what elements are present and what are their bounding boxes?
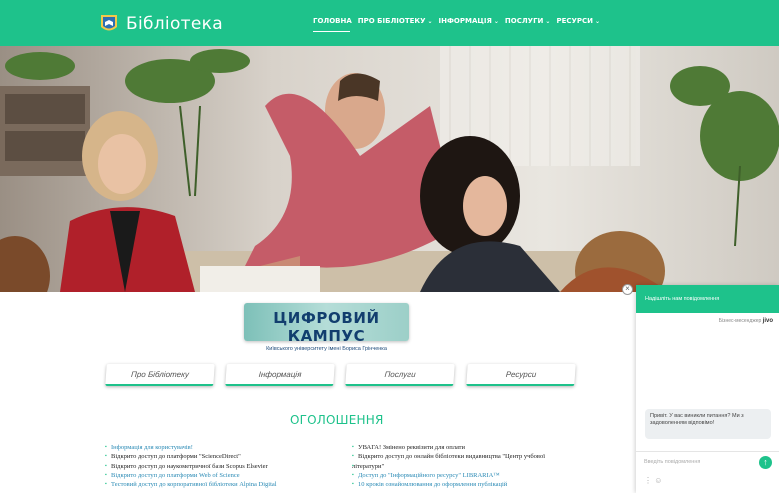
- announcements-left: Інформація для користувачів! Відкрито до…: [105, 443, 277, 490]
- chat-header[interactable]: Надішліть нам повідомлення: [636, 285, 779, 313]
- chevron-down-icon: ⌄: [493, 17, 499, 25]
- campus-subtitle: Київського університету імені Бориса Грі…: [266, 346, 387, 352]
- arrow-up-icon[interactable]: ↑: [759, 456, 772, 469]
- chevron-down-icon: ⌄: [545, 17, 551, 25]
- library-logo-icon[interactable]: [100, 14, 118, 34]
- nav-home[interactable]: ГОЛОВНА: [313, 17, 352, 25]
- chevron-down-icon: ⌄: [427, 17, 433, 25]
- nav-about-label: ПРО БІБЛІОТЕКУ: [357, 17, 426, 25]
- more-options-icon[interactable]: ⋮: [644, 476, 652, 485]
- emoji-icon[interactable]: ☺: [654, 476, 662, 485]
- digital-campus-banner[interactable]: ЦИФРОВИЙ КАМПУС Київського університету …: [244, 303, 409, 352]
- nav-home-label: ГОЛОВНА: [313, 17, 352, 25]
- resources-button[interactable]: Ресурси: [466, 364, 576, 386]
- nav-services[interactable]: ПОСЛУГИ ⌄: [505, 17, 551, 25]
- nav-info-label: ІНФОРМАЦІЯ: [438, 17, 492, 25]
- announcement-item[interactable]: 10 кроків ознайомлювання до оформлення п…: [352, 480, 545, 490]
- announcement-item[interactable]: УВАГА! Змінено реквізити для оплати: [352, 443, 545, 453]
- chat-tools: ⋮ ☺: [644, 476, 662, 485]
- announcement-item[interactable]: Інформація для користувачів!: [105, 443, 277, 453]
- chat-message-input[interactable]: Введіть повідомлення ↑: [636, 451, 779, 471]
- information-button[interactable]: Інформація: [225, 364, 335, 386]
- nav-about[interactable]: ПРО БІБЛІОТЕКУ ⌄: [358, 17, 433, 25]
- announcement-item[interactable]: Відкрито доступ до онлайн бібліотеки вид…: [352, 452, 545, 462]
- announcement-item-continued[interactable]: літератури": [352, 462, 545, 472]
- campus-title: ЦИФРОВИЙ КАМПУС: [273, 309, 380, 345]
- nav-resources-label: РЕСУРСИ: [556, 17, 594, 25]
- announcement-item[interactable]: Відкрито доступ до наукометричної бази S…: [105, 462, 277, 472]
- chat-header-title: Надішліть нам повідомлення: [645, 296, 720, 302]
- chat-brand: Бізнес-месенджер jivo: [719, 318, 773, 324]
- main-nav: ГОЛОВНА ПРО БІБЛІОТЕКУ ⌄ ІНФОРМАЦІЯ ⌄ ПОСЛ…: [313, 17, 606, 25]
- chat-greeting-bubble: Привіт. У вас виникли питання? Ми з задо…: [645, 409, 771, 439]
- announcement-item[interactable]: Тестовий доступ до корпоративної бібліот…: [105, 480, 277, 490]
- chat-close-icon[interactable]: ×: [622, 284, 633, 295]
- chevron-down-icon: ⌄: [595, 17, 601, 25]
- chat-widget: Надішліть нам повідомлення Бізнес-месенд…: [636, 285, 779, 493]
- nav-info[interactable]: ІНФОРМАЦІЯ ⌄: [439, 17, 499, 25]
- nav-resources[interactable]: РЕСУРСИ ⌄: [556, 17, 600, 25]
- about-library-button[interactable]: Про Бібліотеку: [105, 364, 215, 386]
- chat-input-placeholder: Введіть повідомлення: [644, 459, 701, 465]
- brand-title[interactable]: Бібліотека: [126, 14, 223, 34]
- announcement-item[interactable]: Відкрито доступ до платформи "ScienceDir…: [105, 452, 277, 462]
- hero-photo: [0, 46, 779, 292]
- nav-services-label: ПОСЛУГИ: [504, 17, 544, 25]
- services-button[interactable]: Послуги: [345, 364, 455, 386]
- announcement-item[interactable]: Відкрито доступ до платформи Web of Scie…: [105, 471, 277, 481]
- chat-brand-prefix: Бізнес-месенджер: [718, 318, 762, 324]
- site-header: Бібліотека ГОЛОВНА ПРО БІБЛІОТЕКУ ⌄ ІНФОР…: [0, 0, 779, 46]
- nav-active-indicator: [313, 31, 350, 32]
- announcements-title: ОГОЛОШЕННЯ: [290, 413, 384, 427]
- announcements-right: УВАГА! Змінено реквізити для оплати Відк…: [352, 443, 545, 490]
- announcement-item[interactable]: Доступ до "Інформаційного ресурсу" LIBRA…: [352, 471, 545, 481]
- jivo-logo: jivo: [762, 318, 773, 324]
